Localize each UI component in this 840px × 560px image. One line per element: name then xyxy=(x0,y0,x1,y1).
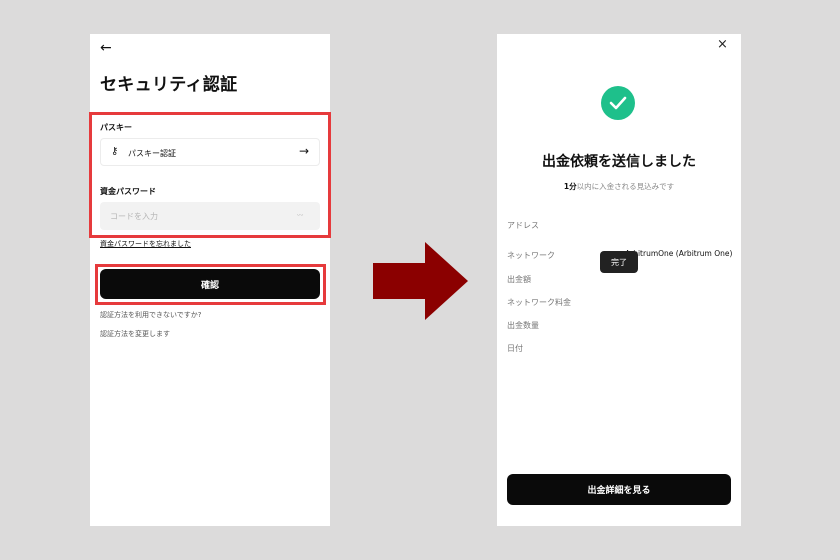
passkey-auth-label: パスキー認証 xyxy=(128,149,176,158)
fund-password-input[interactable] xyxy=(100,202,320,230)
withdrawal-submitted-screen: × 出金依頼を送信しました 1分以内に入金される見込みです アドレス ネットワー… xyxy=(497,34,741,526)
eta-text: 1分以内に入金される見込みです xyxy=(497,181,741,192)
row-label-address: アドレス xyxy=(507,221,539,230)
success-check-icon xyxy=(601,86,635,120)
completed-tooltip: 完了 xyxy=(600,251,638,273)
fund-password-label: 資金パスワード xyxy=(100,187,156,196)
view-withdrawal-details-button[interactable]: 出金詳細を見る xyxy=(507,474,731,505)
change-method-link[interactable]: 認証方法を変更します xyxy=(100,329,170,339)
page-title: セキュリティ認証 xyxy=(100,75,238,95)
row-label-network: ネットワーク xyxy=(507,251,555,260)
method-unavailable-link[interactable]: 認証方法を利用できないですか? xyxy=(100,310,202,320)
close-icon[interactable]: × xyxy=(717,38,728,51)
back-arrow-icon[interactable]: ← xyxy=(100,41,112,55)
arrow-right-icon: → xyxy=(298,144,309,158)
eta-duration: 1分 xyxy=(563,182,577,191)
key-icon: ⚷ xyxy=(111,146,119,157)
success-title: 出金依頼を送信しました xyxy=(542,154,696,170)
row-label-date: 日付 xyxy=(507,344,523,353)
row-label-network-fee: ネットワーク料金 xyxy=(507,298,571,307)
confirm-button[interactable]: 確認 xyxy=(100,269,320,299)
passkey-label: パスキー xyxy=(100,123,132,132)
passkey-auth-button[interactable]: ⚷ パスキー認証 → xyxy=(100,138,320,166)
eta-rest: 以内に入金される見込みです xyxy=(576,182,675,191)
network-value: ArbitrumOne (Arbitrum One) xyxy=(625,249,733,258)
eye-closed-icon[interactable]: ᵕᵕ xyxy=(297,211,304,220)
forgot-password-link[interactable]: 資金パスワードを忘れました xyxy=(100,239,191,249)
row-label-amount: 出金額 xyxy=(507,275,531,284)
row-label-quantity: 出金数量 xyxy=(507,321,539,330)
security-verification-screen: ← セキュリティ認証 パスキー ⚷ パスキー認証 → 資金パスワード ᵕᵕ 資金… xyxy=(89,34,331,526)
transition-arrow-icon xyxy=(373,242,468,320)
